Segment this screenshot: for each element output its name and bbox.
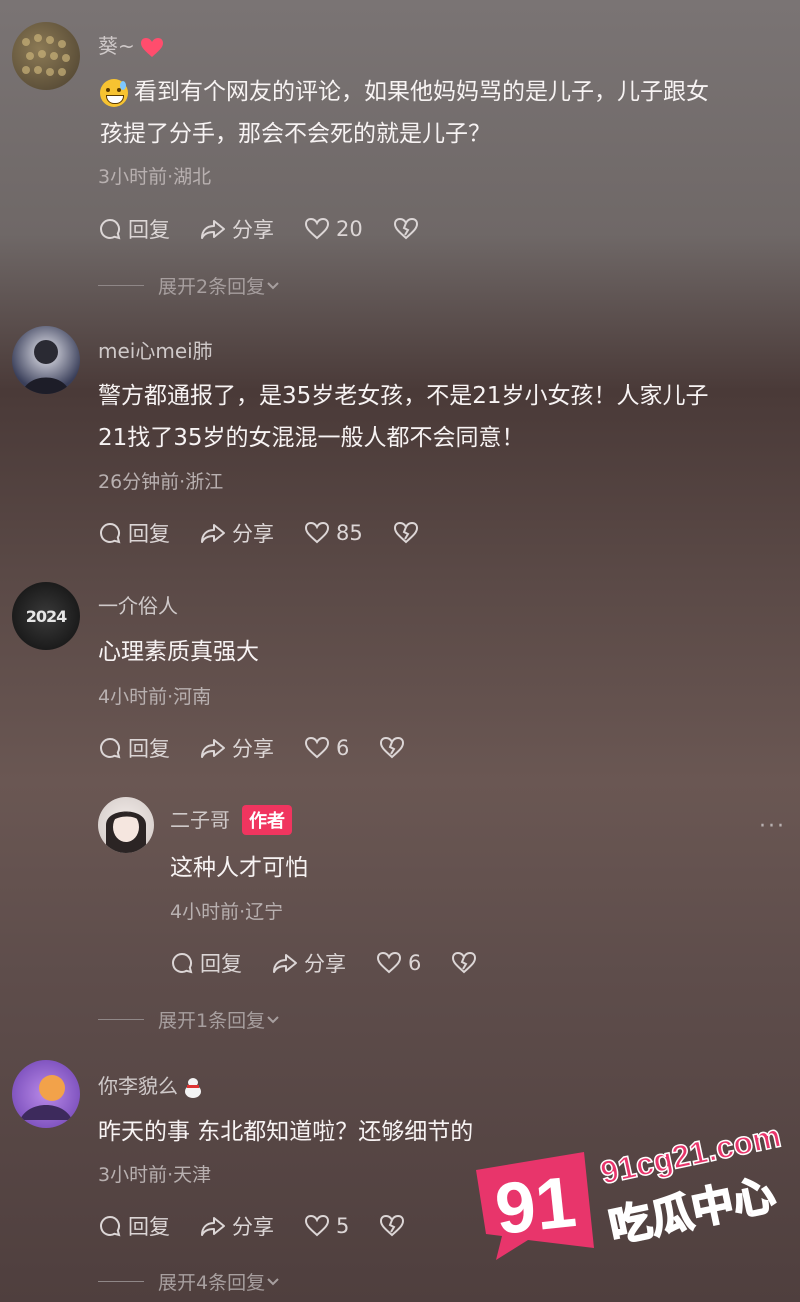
avatar-year-text: 2024 (25, 606, 68, 626)
comment-bubble-icon (172, 952, 193, 974)
share-button[interactable]: 分享 (200, 214, 274, 244)
divider-line (98, 1281, 144, 1282)
broken-heart-icon (393, 521, 418, 544)
username[interactable]: 一介俗人 (98, 590, 178, 619)
dislike-button[interactable] (451, 951, 483, 975)
divider-line (98, 1019, 144, 1020)
action-bar: 回复 分享 6 (170, 948, 513, 978)
heart-icon (304, 217, 330, 240)
heart-icon (376, 951, 402, 974)
avatar[interactable]: 2024 (12, 582, 80, 650)
comment-bubble-icon (100, 1215, 121, 1237)
dislike-button[interactable] (379, 736, 411, 760)
reply-button[interactable]: 回复 (98, 518, 170, 548)
avatar-image (20, 1075, 72, 1120)
action-bar: 回复 分享 5 (98, 1211, 441, 1241)
grinning-sweat-emoji-icon (100, 78, 128, 107)
like-count: 85 (336, 521, 363, 545)
like-count: 6 (408, 951, 422, 975)
comment-meta: 3小时前·湖北 (98, 166, 212, 188)
broken-heart-icon (393, 217, 418, 240)
username[interactable]: 葵~ (98, 30, 164, 59)
reply-button[interactable]: 回复 (98, 733, 170, 763)
action-bar: 回复 分享 6 (98, 733, 441, 763)
author-badge: 作者 (242, 805, 292, 835)
username[interactable]: 你李貌么 (98, 1070, 202, 1099)
heart-icon (304, 521, 330, 544)
share-button[interactable]: 分享 (200, 1211, 274, 1241)
like-button[interactable]: 5 (304, 1214, 349, 1238)
heart-icon (304, 1214, 330, 1237)
share-button[interactable]: 分享 (200, 733, 274, 763)
broken-heart-icon (380, 1214, 405, 1237)
broken-heart-icon (380, 736, 405, 759)
comment-meta: 26分钟前·浙江 (98, 471, 224, 493)
chevron-down-icon (267, 1277, 279, 1285)
watermark-number: 91 (492, 1162, 580, 1250)
comment-text: 昨天的事 东北都知道啦？还够细节的 (98, 1119, 474, 1145)
avatar[interactable] (12, 326, 80, 394)
username[interactable]: 二子哥 作者 (170, 804, 292, 835)
comment-bubble-icon (100, 218, 121, 240)
like-button[interactable]: 85 (304, 521, 363, 545)
chevron-down-icon (267, 1015, 279, 1023)
heart-icon (304, 736, 330, 759)
share-arrow-icon (201, 1217, 225, 1236)
comment-bubble-icon (100, 737, 121, 759)
share-arrow-icon (201, 739, 225, 758)
action-bar: 回复 分享 85 (98, 518, 455, 548)
like-button[interactable]: 6 (376, 951, 421, 975)
like-button[interactable]: 6 (304, 736, 349, 760)
comment-meta: 4小时前·河南 (98, 686, 212, 708)
broken-heart-icon (452, 951, 477, 974)
reply-text: 这种人才可怕 (170, 855, 308, 881)
avatar[interactable] (12, 22, 80, 90)
like-count: 6 (336, 736, 350, 760)
share-arrow-icon (201, 220, 225, 239)
divider-line (98, 285, 144, 286)
watermark-logo: 91 91cg21.com 吃瓜中心 (466, 1090, 796, 1260)
like-button[interactable]: 20 (304, 217, 363, 241)
comment-text: 看到有个网友的评论，如果他妈妈骂的是儿子，儿子跟女 孩提了分手，那会不会死的就是… (100, 78, 709, 147)
avatar-image (106, 811, 146, 853)
reply-meta: 4小时前·辽宁 (170, 901, 284, 923)
avatar[interactable] (12, 1060, 80, 1128)
expand-replies[interactable]: 展开1条回复 (98, 1006, 281, 1033)
share-arrow-icon (273, 954, 297, 973)
avatar[interactable] (98, 797, 154, 853)
dislike-button[interactable] (393, 217, 425, 241)
like-count: 20 (336, 217, 363, 241)
reply-button[interactable]: 回复 (98, 214, 170, 244)
reply-button[interactable]: 回复 (170, 948, 242, 978)
dislike-button[interactable] (393, 521, 425, 545)
username[interactable]: mei心mei肺 (98, 335, 213, 364)
snowman-emoji-icon (184, 1077, 202, 1098)
expand-replies[interactable]: 展开4条回复 (98, 1268, 281, 1295)
share-button[interactable]: 分享 (200, 518, 274, 548)
avatar-image (22, 34, 70, 76)
action-bar: 回复 分享 20 (98, 214, 455, 244)
comment-text: 心理素质真强大 (98, 639, 259, 665)
dislike-button[interactable] (379, 1214, 411, 1238)
avatar-image (22, 340, 70, 394)
chevron-down-icon (267, 281, 279, 289)
comment-bubble-icon (100, 522, 121, 544)
heart-emoji-icon (141, 37, 164, 57)
share-arrow-icon (201, 524, 225, 543)
more-options-button[interactable]: ··· (759, 814, 786, 839)
comment-text: 警方都通报了，是35岁老女孩，不是21岁小女孩！人家儿子 21找了35岁的女混混… (98, 383, 709, 451)
watermark-badge: 91 91cg21.com 吃瓜中心 (476, 1117, 785, 1260)
reply-button[interactable]: 回复 (98, 1211, 170, 1241)
share-button[interactable]: 分享 (272, 948, 346, 978)
expand-replies[interactable]: 展开2条回复 (98, 272, 281, 299)
like-count: 5 (336, 1214, 350, 1238)
comment-meta: 3小时前·天津 (98, 1164, 212, 1186)
